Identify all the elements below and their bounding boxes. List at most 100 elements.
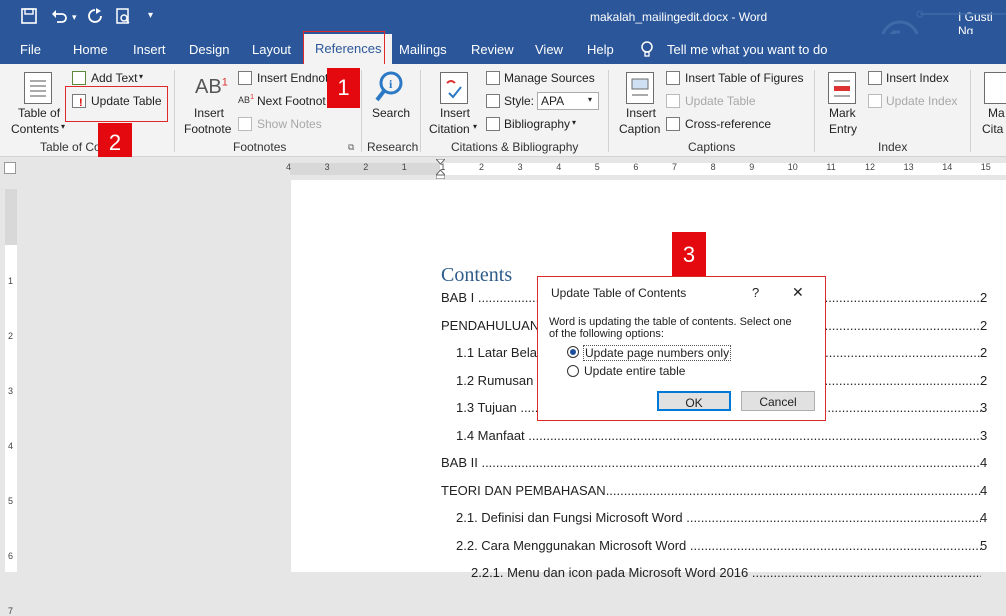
- tab-file[interactable]: File: [20, 42, 41, 57]
- print-preview-icon[interactable]: [114, 7, 132, 29]
- manage-sources-button[interactable]: Manage Sources: [504, 71, 595, 85]
- group-label-research: Research: [367, 140, 419, 154]
- mark-citation-line1[interactable]: Ma: [988, 106, 1005, 120]
- manage-sources-icon: [486, 71, 500, 85]
- tab-home[interactable]: Home: [73, 42, 108, 57]
- option-update-entire-table-label[interactable]: Update entire table: [584, 364, 685, 378]
- tab-layout[interactable]: Layout: [252, 42, 291, 57]
- update-table-figures-icon: [666, 94, 680, 108]
- redo-icon[interactable]: [86, 7, 104, 29]
- footnotes-dialog-launcher-icon[interactable]: ⧉: [348, 142, 354, 153]
- insert-table-of-figures-button[interactable]: Insert Table of Figures: [685, 71, 804, 85]
- save-icon[interactable]: [20, 7, 38, 29]
- vertical-ruler-tick-label: 4: [8, 441, 14, 451]
- window-title: makalah_mailingedit.docx - Word: [590, 10, 768, 24]
- toc-entry-page: 3: [980, 427, 988, 443]
- bibliography-button[interactable]: Bibliography: [504, 117, 570, 131]
- tab-review[interactable]: Review: [471, 42, 514, 57]
- radio-update-page-numbers[interactable]: [567, 346, 579, 358]
- ruler-tick-label: 12: [865, 162, 876, 172]
- ruler-tick-label: 7: [672, 162, 678, 172]
- toc-entry-page: 2: [980, 290, 988, 305]
- radio-update-entire-table[interactable]: [567, 365, 579, 377]
- dialog-title: Update Table of Contents: [551, 286, 687, 300]
- toc-entry[interactable]: 2.2. Cara Menggunakan Microsoft Word ...…: [456, 538, 981, 553]
- bibliography-icon: [486, 117, 500, 131]
- customize-toolbar-icon[interactable]: ▾: [148, 10, 153, 21]
- vertical-ruler[interactable]: 1 2 3 4 5 6 7: [0, 179, 22, 616]
- bibliography-dropdown-icon: ▾: [572, 118, 577, 127]
- tab-design[interactable]: Design: [189, 42, 229, 57]
- group-label-citations: Citations & Bibliography: [451, 140, 579, 154]
- cross-reference-button[interactable]: Cross-reference: [685, 117, 771, 131]
- ribbon-tabs: File Home Insert Design Layout Reference…: [0, 34, 1006, 64]
- group-label-index: Index: [878, 140, 908, 154]
- add-text-button[interactable]: Add Text: [91, 71, 137, 85]
- mark-citation-line2[interactable]: Cita: [982, 122, 1003, 136]
- toc-entry[interactable]: 1.4 Manfaat ............................…: [456, 428, 981, 443]
- tab-view[interactable]: View: [535, 42, 563, 57]
- toc-entry[interactable]: 2.1. Definisi dan Fungsi Microsoft Word …: [456, 510, 981, 525]
- toc-entry-page: 5: [980, 537, 988, 553]
- svg-text:i: i: [389, 77, 393, 91]
- vertical-ruler-tick-label: 2: [8, 331, 14, 341]
- toc-entry-page: 4: [980, 510, 988, 525]
- group-label-toc: Table of Co: [40, 140, 101, 154]
- show-notes-button: Show Notes: [257, 117, 322, 131]
- insert-footnote-icon: AB1: [195, 76, 228, 98]
- toc-entry-page: 2: [980, 317, 988, 333]
- tab-mailings[interactable]: Mailings: [399, 42, 447, 57]
- insert-citation-dropdown-icon: ▾: [473, 122, 478, 131]
- insert-footnote-line1: Insert: [194, 106, 225, 120]
- insert-table-of-figures-icon: [666, 71, 680, 85]
- search-button[interactable]: Search: [372, 106, 410, 120]
- show-notes-icon: [238, 117, 252, 131]
- ruler-tick-label: 15: [980, 162, 991, 172]
- toc-entry[interactable]: TEORI DAN PEMBAHASAN....................…: [441, 483, 981, 498]
- toc-entry[interactable]: 2.2.1. Menu dan icon pada Microsoft Word…: [471, 565, 981, 580]
- insert-citation-icon: [440, 72, 468, 104]
- toc-label-line2: Contents: [11, 122, 60, 136]
- group-separator: [174, 70, 175, 152]
- ruler-tick-label: 14: [942, 162, 953, 172]
- insert-endnote-button[interactable]: Insert Endnot: [257, 71, 328, 85]
- mark-entry-line2: Entry: [829, 122, 858, 136]
- cross-reference-icon: [666, 117, 680, 131]
- update-table-figures-button: Update Table: [685, 94, 756, 108]
- group-separator: [970, 70, 971, 152]
- next-footnote-button[interactable]: Next Footnot: [257, 94, 326, 108]
- tell-me-search[interactable]: Tell me what you want to do: [667, 42, 827, 57]
- cancel-button[interactable]: Cancel: [741, 391, 815, 411]
- help-icon[interactable]: ?: [752, 285, 759, 300]
- ruler-tick-label: 3: [517, 162, 523, 172]
- tab-insert[interactable]: Insert: [133, 42, 166, 57]
- horizontal-ruler[interactable]: 4 3 2 1 1 2 3 4 5 6 7 8 9 10 11 12 13 14 15: [0, 157, 1006, 180]
- toc-entry-text: 1.4 Manfaat ............................…: [456, 427, 981, 443]
- update-toc-dialog: Update Table of Contents ? ✕ Word is upd…: [537, 276, 826, 421]
- toc-entry[interactable]: BAB II .................................…: [441, 455, 981, 470]
- insert-citation-line2: Citation: [429, 122, 470, 136]
- ok-button[interactable]: OK: [657, 391, 731, 411]
- insert-caption-line2: Caption: [619, 122, 661, 136]
- style-dropdown[interactable]: APA ▾: [537, 92, 599, 110]
- vertical-ruler-numbers: 1 2 3 4 5 6 7: [0, 179, 22, 616]
- close-icon[interactable]: ✕: [792, 284, 804, 301]
- option-update-page-numbers-label[interactable]: Update page numbers only: [583, 345, 732, 361]
- toc-entry-text: 2.1. Definisi dan Fungsi Microsoft Word …: [456, 510, 981, 525]
- toc-heading[interactable]: Contents: [441, 264, 512, 287]
- insert-caption-line1: Insert: [626, 106, 657, 120]
- group-separator: [361, 70, 362, 152]
- toc-entry-text: TEORI DAN PEMBAHASAN....................…: [441, 482, 981, 498]
- toc-entry-page: 4: [980, 455, 988, 470]
- toc-entry-page: 3: [980, 400, 988, 415]
- insert-endnote-icon: [238, 71, 252, 85]
- tab-help[interactable]: Help: [587, 42, 614, 57]
- toc-entry-page: 2: [980, 345, 988, 360]
- style-icon: [486, 94, 500, 108]
- vertical-ruler-tick-label: 1: [8, 276, 14, 286]
- group-label-captions: Captions: [688, 140, 736, 154]
- undo-icon[interactable]: [50, 7, 68, 29]
- insert-index-button[interactable]: Insert Index: [886, 71, 949, 85]
- insert-citation-line1: Insert: [440, 106, 471, 120]
- undo-dropdown-icon[interactable]: ▾: [72, 12, 77, 23]
